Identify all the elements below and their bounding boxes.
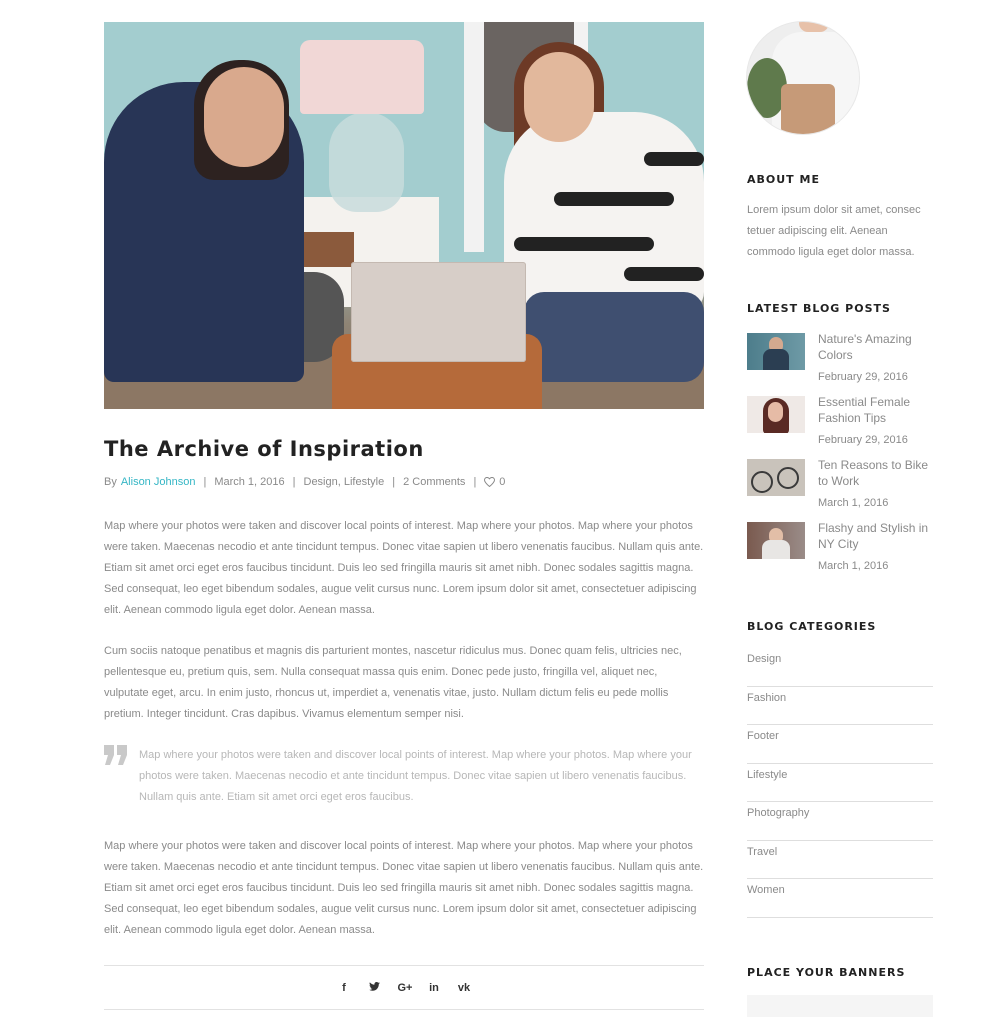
sidebar: About Me Lorem ipsum dolor sit amet, con… bbox=[747, 22, 933, 1017]
latest-post-date: February 29, 2016 bbox=[818, 371, 908, 383]
latest-post-date: March 1, 2016 bbox=[818, 560, 889, 572]
post-paragraph: Cum sociis natoque penatibus et magnis d… bbox=[104, 645, 682, 721]
facebook-icon[interactable]: f bbox=[338, 982, 351, 994]
banners-title: Place Your Banners bbox=[747, 965, 906, 979]
category-item-photography[interactable]: Photography bbox=[747, 802, 933, 841]
post-paragraph: Map where your photos were taken and dis… bbox=[104, 520, 704, 617]
comments-link[interactable]: 2 Comments bbox=[403, 476, 465, 488]
twitter-icon[interactable] bbox=[368, 981, 381, 994]
post-date-link[interactable]: March 1, 2016 bbox=[214, 476, 284, 488]
heart-icon bbox=[484, 477, 496, 488]
about-me-title: About Me bbox=[747, 173, 820, 186]
latest-post-item[interactable]: Ten Reasons to Bike to Work March 1, 201… bbox=[747, 457, 933, 519]
author-link[interactable]: Alison Johnson bbox=[121, 476, 196, 488]
latest-post-date: March 1, 2016 bbox=[818, 497, 889, 509]
category-item-lifestyle[interactable]: Lifestyle bbox=[747, 764, 933, 802]
meta-separator: | bbox=[392, 476, 396, 489]
latest-post-date: February 29, 2016 bbox=[818, 434, 908, 446]
post-paragraph: Map where your photos were taken and dis… bbox=[104, 840, 704, 937]
author-avatar bbox=[747, 22, 859, 134]
latest-post-title[interactable]: Essential Female Fashion Tips bbox=[818, 394, 933, 426]
blockquote: Map where your photos were taken and dis… bbox=[104, 745, 704, 808]
vk-icon[interactable]: vk bbox=[458, 982, 471, 994]
post-title[interactable]: The Archive of Inspiration bbox=[104, 437, 704, 462]
like-count: 0 bbox=[499, 476, 506, 489]
post-meta: By Alison Johnson | March 1, 2016 | Desi… bbox=[104, 476, 704, 488]
latest-posts-list: Nature's Amazing Colors February 29, 201… bbox=[747, 331, 933, 582]
meta-separator: | bbox=[203, 476, 207, 489]
latest-post-item[interactable]: Flashy and Stylish in NY City March 1, 2… bbox=[747, 520, 933, 582]
category-item-women[interactable]: Women bbox=[747, 879, 933, 918]
quote-icon bbox=[104, 745, 127, 766]
latest-posts-title: Latest Blog Posts bbox=[747, 302, 891, 315]
meta-separator: | bbox=[473, 476, 477, 489]
like-button[interactable]: 0 bbox=[484, 476, 505, 488]
category-item-travel[interactable]: Travel bbox=[747, 841, 933, 879]
category-item-design[interactable]: Design bbox=[747, 648, 933, 687]
post-thumbnail[interactable] bbox=[747, 459, 805, 496]
post-categories-link[interactable]: Design, Lifestyle bbox=[304, 476, 385, 488]
latest-post-title[interactable]: Flashy and Stylish in NY City bbox=[818, 520, 933, 552]
blockquote-text: Map where your photos were taken and dis… bbox=[139, 749, 692, 804]
linkedin-icon[interactable]: in bbox=[428, 982, 441, 994]
latest-post-item[interactable]: Nature's Amazing Colors February 29, 201… bbox=[747, 331, 933, 393]
post-thumbnail[interactable] bbox=[747, 522, 805, 559]
by-label: By bbox=[104, 476, 117, 489]
category-item-fashion[interactable]: Fashion bbox=[747, 687, 933, 725]
post-thumbnail[interactable] bbox=[747, 333, 805, 370]
post-thumbnail[interactable] bbox=[747, 396, 805, 433]
latest-post-item[interactable]: Essential Female Fashion Tips February 2… bbox=[747, 394, 933, 456]
latest-post-title[interactable]: Ten Reasons to Bike to Work bbox=[818, 457, 933, 489]
google-plus-icon[interactable]: G+ bbox=[398, 982, 413, 994]
share-bar: f G+ in vk bbox=[104, 965, 704, 1011]
latest-post-title[interactable]: Nature's Amazing Colors bbox=[818, 331, 933, 363]
post-featured-image[interactable] bbox=[104, 22, 704, 409]
meta-separator: | bbox=[292, 476, 296, 489]
category-list: Design Fashion Footer Lifestyle Photogra… bbox=[747, 648, 933, 918]
category-item-footer[interactable]: Footer bbox=[747, 725, 933, 764]
about-me-text: Lorem ipsum dolor sit amet, consec tetue… bbox=[747, 204, 921, 258]
post-article: The Archive of Inspiration By Alison Joh… bbox=[104, 22, 704, 1011]
banner-placeholder[interactable] bbox=[747, 994, 933, 1017]
blog-categories-title: Blog Categories bbox=[747, 620, 877, 633]
